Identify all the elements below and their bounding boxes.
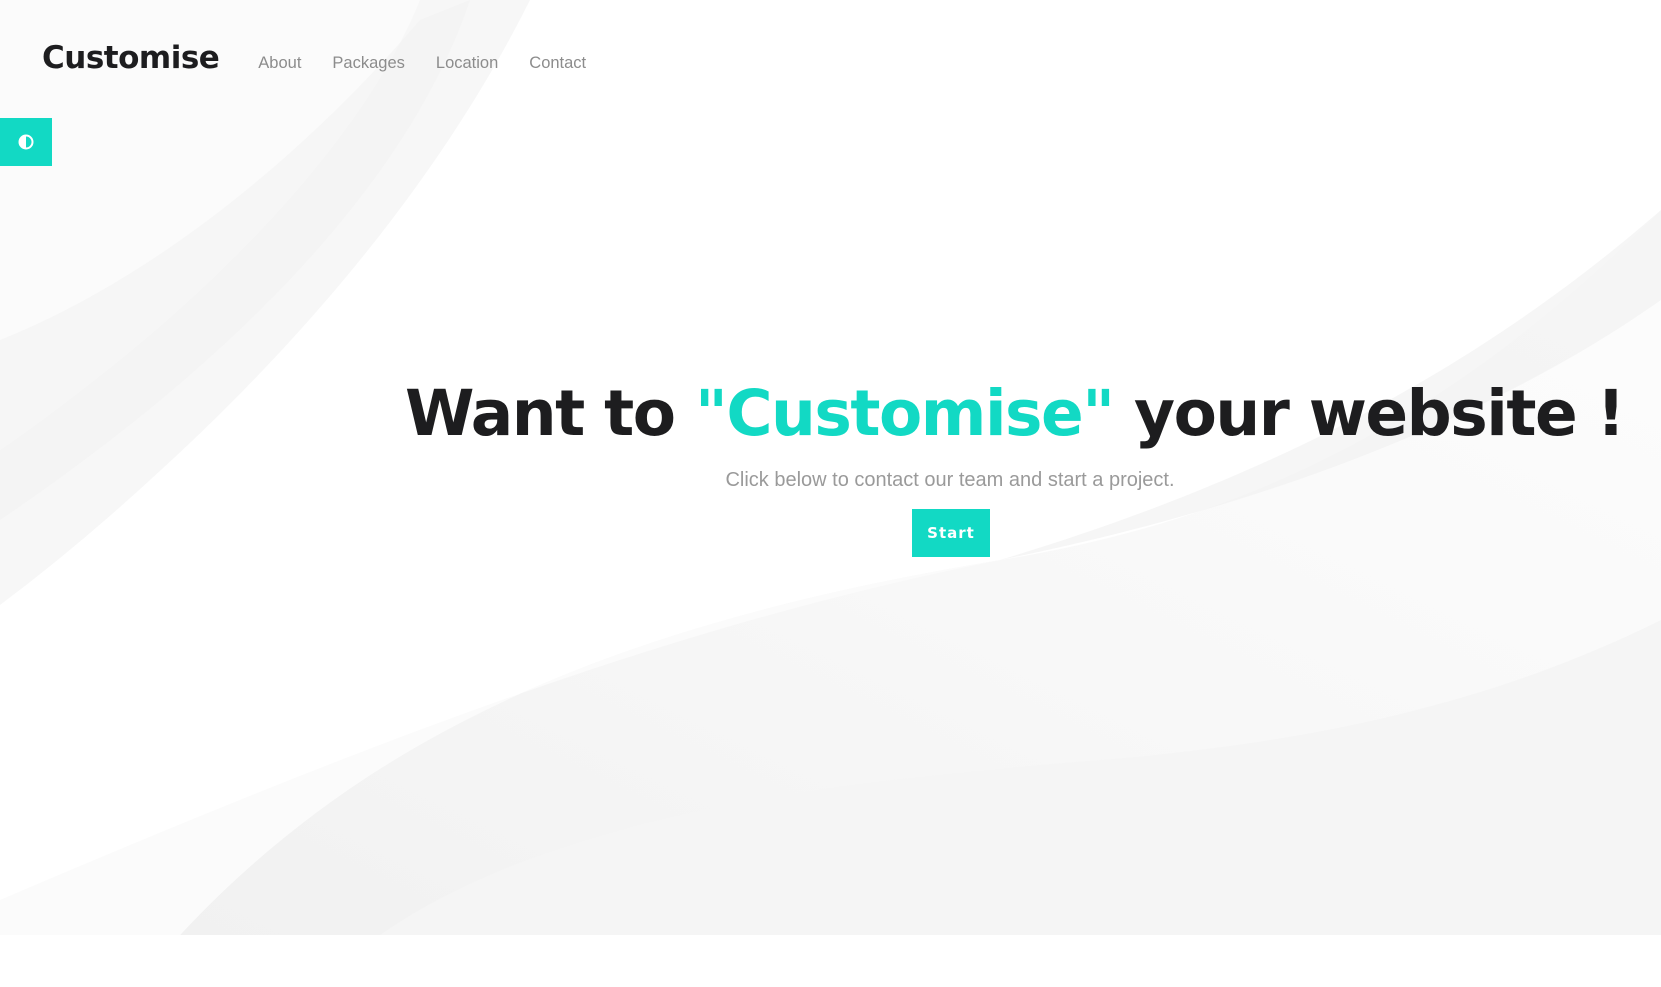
theme-toggle-button[interactable]: [0, 118, 52, 166]
main-nav: About Packages Location Contact: [239, 33, 598, 93]
hero-headline: Want to "Customise" your website !: [405, 370, 1625, 458]
site-logo[interactable]: Customise: [42, 28, 220, 88]
start-button[interactable]: Start: [912, 509, 990, 557]
nav-link-location[interactable]: Location: [436, 33, 498, 93]
contrast-icon: [18, 134, 34, 150]
hero-subtitle: Click below to contact our team and star…: [725, 469, 1175, 491]
headline-accent-text: "Customise": [695, 377, 1115, 450]
headline-text-after: your website !: [1113, 377, 1625, 450]
nav-link-contact[interactable]: Contact: [529, 33, 586, 93]
nav-link-about[interactable]: About: [258, 33, 301, 93]
nav-link-packages[interactable]: Packages: [332, 33, 404, 93]
site-header: Customise About Packages Location Contac…: [42, 28, 598, 88]
headline-text-before: Want to: [405, 377, 695, 450]
